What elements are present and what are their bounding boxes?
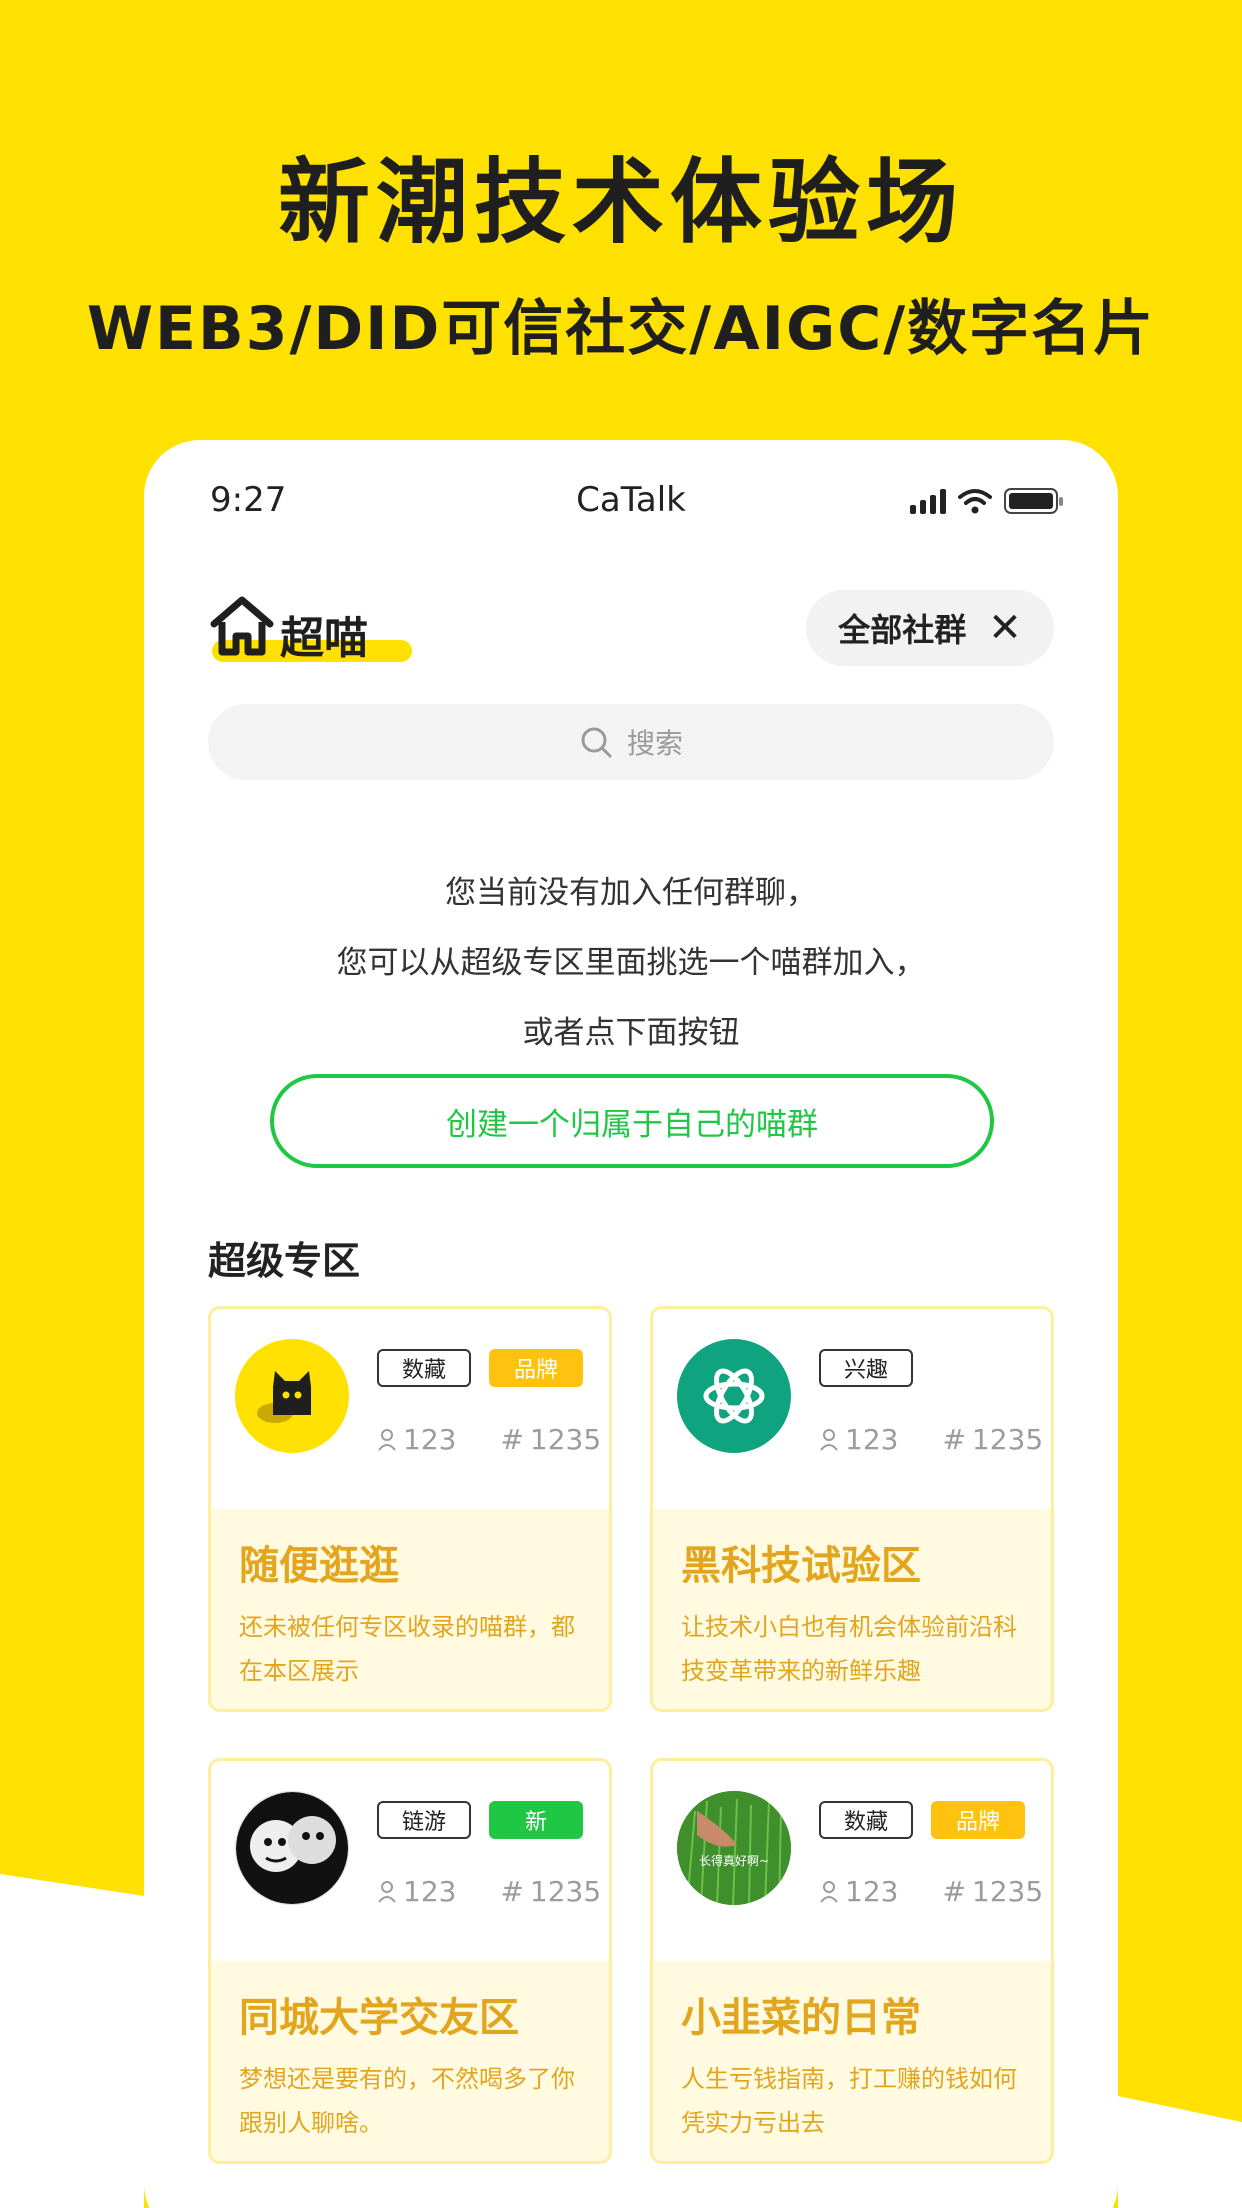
user-icon bbox=[820, 1428, 838, 1451]
cellular-signal-icon bbox=[910, 488, 946, 514]
grass-photo-icon: 长得真好啊~ bbox=[677, 1791, 791, 1905]
zone-stats: 123 # 1235 bbox=[819, 1875, 1043, 1908]
zone-name: 随便逛逛 bbox=[239, 1543, 399, 1589]
user-icon bbox=[378, 1880, 396, 1903]
zone-card-casual[interactable]: 数藏 品牌 123 # 1235 随便逛逛 还未被任何专区收录的喵群，都在本区展… bbox=[208, 1306, 612, 1712]
zone-description: 让技术小白也有机会体验前沿科技变革带来的新鲜乐趣 bbox=[681, 1613, 1017, 1685]
zone-stats: 123 # 1235 bbox=[377, 1875, 601, 1908]
panda-meme-icon bbox=[235, 1791, 349, 1905]
house-logo-icon bbox=[210, 596, 274, 656]
tag: 数藏 bbox=[377, 1349, 471, 1387]
zone-name: 小韭菜的日常 bbox=[681, 1995, 921, 2041]
hash-icon: # bbox=[942, 1423, 966, 1456]
status-icons bbox=[910, 484, 1063, 514]
tag-brand: 品牌 bbox=[931, 1801, 1025, 1839]
app-logo: 超喵 bbox=[208, 590, 412, 670]
hash-icon: # bbox=[500, 1423, 524, 1456]
search-placeholder: 搜索 bbox=[626, 727, 683, 760]
zone-description: 梦想还是要有的，不然喝多了你跟别人聊啥。 bbox=[239, 2065, 575, 2137]
hash-icon: # bbox=[942, 1875, 966, 1908]
user-icon bbox=[378, 1428, 396, 1451]
app-header: 超喵 全部社群 ✕ bbox=[208, 590, 1054, 670]
member-count: 123 bbox=[403, 1875, 457, 1908]
user-icon bbox=[820, 1880, 838, 1903]
zone-description: 还未被任何专区收录的喵群，都在本区展示 bbox=[239, 1613, 575, 1685]
create-group-button[interactable]: 创建一个归属于自己的喵群 bbox=[270, 1074, 994, 1168]
section-title: 超级专区 bbox=[208, 1239, 361, 1283]
wifi-icon bbox=[958, 489, 992, 514]
all-groups-filter-button[interactable]: 全部社群 ✕ bbox=[806, 590, 1054, 666]
empty-line-2: 您可以从超级专区里面挑选一个喵群加入， bbox=[336, 945, 926, 981]
promo-headline: 新潮技术体验场 bbox=[277, 149, 964, 256]
zone-tags: 数藏 品牌 bbox=[377, 1349, 583, 1387]
battery-icon bbox=[1004, 488, 1063, 514]
status-bar: 9:27 CaTalk bbox=[144, 470, 1118, 530]
filter-label: 全部社群 bbox=[838, 611, 967, 649]
promo-subline: WEB3/DID可信社交/AIGC/数字名片 bbox=[86, 294, 1156, 364]
tag-brand: 品牌 bbox=[489, 1349, 583, 1387]
zone-card-leek[interactable]: 长得真好啊~ 数藏 品牌 123 # 1235 小韭菜的日常 人生亏钱指南，打工… bbox=[650, 1758, 1054, 2164]
avatar-caption: 长得真好啊~ bbox=[699, 1853, 769, 1868]
post-count: 1235 bbox=[971, 1875, 1044, 1908]
zone-card-tech[interactable]: 兴趣 123 # 1235 黑科技试验区 让技术小白也有机会体验前沿科技变革带来… bbox=[650, 1306, 1054, 1712]
tag: 链游 bbox=[377, 1801, 471, 1839]
empty-line-1: 您当前没有加入任何群聊， bbox=[445, 875, 817, 911]
zone-stats: 123 # 1235 bbox=[819, 1423, 1043, 1456]
tag: 兴趣 bbox=[819, 1349, 913, 1387]
logo-text: 超喵 bbox=[280, 613, 368, 664]
zone-tags: 兴趣 bbox=[819, 1349, 913, 1387]
black-cat-icon bbox=[235, 1339, 349, 1453]
zone-card-university[interactable]: 链游 新 123 # 1235 同城大学交友区 梦想还是要有的，不然喝多了你跟别… bbox=[208, 1758, 612, 2164]
hash-icon: # bbox=[500, 1875, 524, 1908]
search-icon bbox=[581, 727, 612, 758]
empty-state-message: 您当前没有加入任何群聊， 您可以从超级专区里面挑选一个喵群加入， 或者点下面按钮 bbox=[144, 858, 1118, 1068]
tag-new: 新 bbox=[489, 1801, 583, 1839]
tag: 数藏 bbox=[819, 1801, 913, 1839]
post-count: 1235 bbox=[529, 1875, 602, 1908]
zone-name: 同城大学交友区 bbox=[239, 1995, 519, 2041]
zone-stats: 123 # 1235 bbox=[377, 1423, 601, 1456]
member-count: 123 bbox=[403, 1423, 457, 1456]
empty-line-3: 或者点下面按钮 bbox=[522, 1015, 740, 1051]
member-count: 123 bbox=[845, 1875, 899, 1908]
zone-tags: 数藏 品牌 bbox=[819, 1801, 1025, 1839]
post-count: 1235 bbox=[971, 1423, 1044, 1456]
member-count: 123 bbox=[845, 1423, 899, 1456]
zone-tags: 链游 新 bbox=[377, 1801, 583, 1839]
zone-name: 黑科技试验区 bbox=[681, 1543, 921, 1589]
zone-description: 人生亏钱指南，打工赚的钱如何凭实力亏出去 bbox=[681, 2065, 1017, 2137]
post-count: 1235 bbox=[529, 1423, 602, 1456]
search-input[interactable]: 搜索 bbox=[208, 704, 1054, 780]
openai-logo-icon bbox=[677, 1339, 791, 1453]
close-icon[interactable]: ✕ bbox=[988, 608, 1022, 648]
phone-screen: 9:27 CaTalk 超喵 全部社群 ✕ 搜索 您当前没有加入任何群聊， 您可… bbox=[144, 440, 1118, 2208]
